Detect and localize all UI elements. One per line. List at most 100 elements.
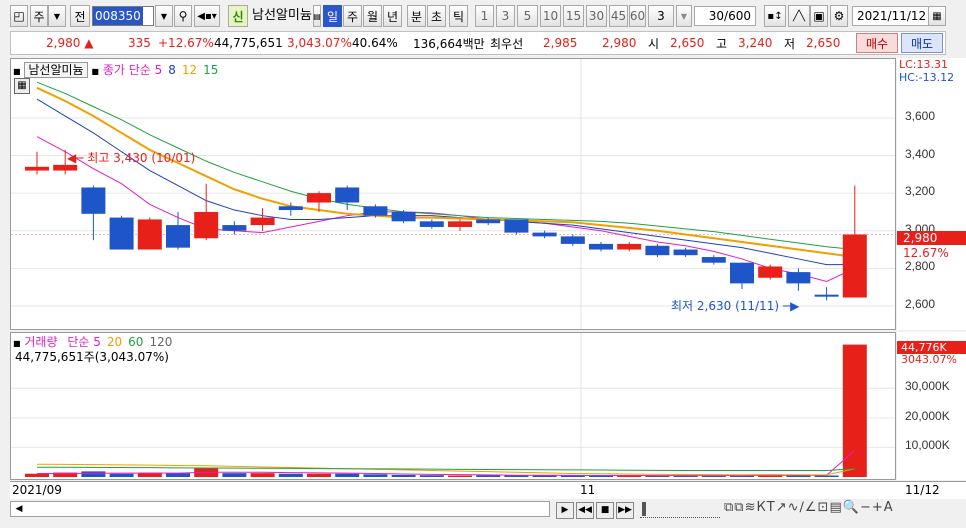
volume-bar: [814, 475, 839, 477]
volume-ma-ma5: [37, 450, 856, 477]
market-dropdown-icon[interactable]: ▼: [48, 5, 66, 27]
left-arrow-icon: ◀─: [67, 151, 84, 165]
volume-bar: [222, 473, 247, 477]
period-3-button[interactable]: 년: [383, 5, 402, 27]
candle-body: [476, 219, 501, 224]
market-select[interactable]: 주: [30, 5, 48, 27]
price-legend-item: 12: [181, 63, 198, 77]
volume-bar: [363, 474, 388, 477]
candle-body: [419, 221, 444, 227]
interval-3-button[interactable]: 10: [540, 5, 561, 27]
trend-icon[interactable]: ╱╲: [788, 5, 810, 27]
compare-icon[interactable]: ⧉: [734, 500, 744, 515]
gear-icon[interactable]: ⚙: [830, 5, 848, 27]
code-input[interactable]: 008350: [92, 6, 154, 26]
price-chart-panel[interactable]: ■ 남선알미늄 ■ 종가 단순 5 8 12 15 ▦ ◀─ 최고 3,430 (10…: [10, 58, 896, 330]
up-arrow-icon: ▲: [84, 36, 94, 50]
low-annotation: 최저 2,630 (11/11) ─▶: [671, 299, 800, 313]
text-icon[interactable]: A: [884, 500, 894, 515]
volume-legend-main: 거래량: [24, 335, 58, 349]
minus-icon[interactable]: −: [860, 500, 872, 515]
price-legend: ■ 남선알미늄 ■ 종가 단순 5 8 12 15: [13, 61, 224, 78]
zoom-slider-handle[interactable]: [642, 502, 646, 516]
next-icon[interactable]: ▶: [556, 502, 574, 519]
period-2-button[interactable]: 월: [363, 5, 382, 27]
pattern-icon[interactable]: ≋: [745, 500, 757, 515]
interval-2-button[interactable]: 5: [517, 5, 538, 27]
quote-change-pct: +12.67%: [158, 36, 214, 50]
candle-body: [222, 225, 247, 231]
candle-body: [673, 249, 698, 256]
period-6-button[interactable]: 틱: [449, 5, 468, 27]
crosshair-icon[interactable]: ▪↕: [764, 5, 786, 27]
sound-icon[interactable]: ◀▪▾: [194, 5, 220, 27]
window-menu-icon[interactable]: ◰: [10, 5, 28, 27]
candle-body: [307, 193, 331, 203]
candle-body: [814, 294, 839, 297]
interval-1-button[interactable]: 3: [496, 5, 515, 27]
interval-6-button[interactable]: 45: [609, 5, 628, 27]
tool-t-icon[interactable]: Т: [767, 500, 776, 515]
stock-menu-icon[interactable]: ▤: [313, 5, 321, 27]
mode-select[interactable]: 전: [70, 5, 90, 27]
range-input[interactable]: 30/600: [694, 6, 756, 26]
interval-7-button[interactable]: 60: [629, 5, 646, 27]
sell-button[interactable]: 매도: [901, 33, 943, 53]
candle-body: [166, 225, 190, 248]
interval-5-button[interactable]: 30: [586, 5, 607, 27]
volume-bar: [81, 471, 106, 477]
chart-icon[interactable]: ▤: [829, 500, 842, 515]
candle-body: [25, 166, 49, 171]
high-label: 고: [716, 36, 728, 51]
search-icon[interactable]: ⚲: [174, 5, 192, 27]
current-volume-pct: 3043.07%: [901, 353, 957, 366]
rewind-icon[interactable]: ◀◀: [576, 502, 594, 519]
trend-line-icon[interactable]: ↗: [776, 500, 788, 515]
quote-bid: 2,980: [602, 36, 637, 50]
fast-forward-icon[interactable]: ▶▶: [616, 502, 634, 519]
new-stock-badge[interactable]: 신: [228, 5, 248, 27]
angle-icon[interactable]: ∠: [805, 500, 818, 515]
volume-bar: [335, 473, 360, 477]
new-badge-label: 신: [232, 9, 244, 24]
stop-icon[interactable]: ■: [596, 502, 614, 519]
stock-name-tag: 남선알미늄: [24, 62, 88, 78]
period-1-button[interactable]: 주: [343, 5, 362, 27]
volume-chart-panel[interactable]: ■ 거래량 단순 5 20 60 120 44,775,651주(3,043.07%): [10, 332, 896, 480]
volume-legend-item: 60: [128, 335, 144, 349]
horizontal-scrollbar[interactable]: ◀: [10, 501, 550, 517]
wave-icon[interactable]: ∿: [788, 500, 800, 515]
price-legend-item: 종가 단순 5: [102, 63, 163, 77]
quote-volume: 44,775,651: [214, 36, 283, 50]
count-dropdown-icon[interactable]: ▼: [676, 5, 692, 27]
period-0-button[interactable]: 일: [323, 5, 342, 27]
candle-body: [560, 236, 585, 244]
tool-k-icon[interactable]: К: [757, 500, 767, 515]
copy-icon[interactable]: ⧉: [724, 500, 734, 515]
interval-4-button[interactable]: 15: [563, 5, 584, 27]
period-5-button[interactable]: 초: [427, 5, 446, 27]
candle-body: [730, 262, 754, 284]
grid-toggle-icon[interactable]: ▦: [14, 78, 30, 94]
zoom-slider[interactable]: [640, 502, 720, 518]
candle-body: [504, 219, 529, 233]
x-axis-start: 2021/09: [12, 483, 62, 497]
volume-bar: [166, 473, 190, 477]
price-tick-label: 2,800: [905, 259, 936, 274]
interval-0-button[interactable]: 1: [475, 5, 494, 27]
lc-label: LC:13.31: [899, 58, 949, 71]
plus-icon[interactable]: +: [872, 500, 884, 515]
save-icon[interactable]: ▣: [810, 5, 828, 27]
calendar-icon[interactable]: ▦: [928, 6, 946, 26]
count-input[interactable]: 3: [648, 5, 674, 27]
price-legend-item: 15: [203, 63, 219, 77]
scroll-left-icon[interactable]: ◀: [12, 502, 26, 516]
buy-button[interactable]: 매수: [856, 33, 898, 53]
high-annotation: ◀─ 최고 3,430 (10/01): [67, 151, 196, 165]
code-dropdown-icon[interactable]: ▼: [155, 5, 173, 27]
zoom-icon[interactable]: 🔍: [843, 500, 860, 515]
candle-body: [701, 257, 726, 263]
box-icon[interactable]: ⊡: [818, 500, 830, 515]
price-chart-svg[interactable]: [11, 59, 895, 329]
period-4-button[interactable]: 분: [407, 5, 426, 27]
